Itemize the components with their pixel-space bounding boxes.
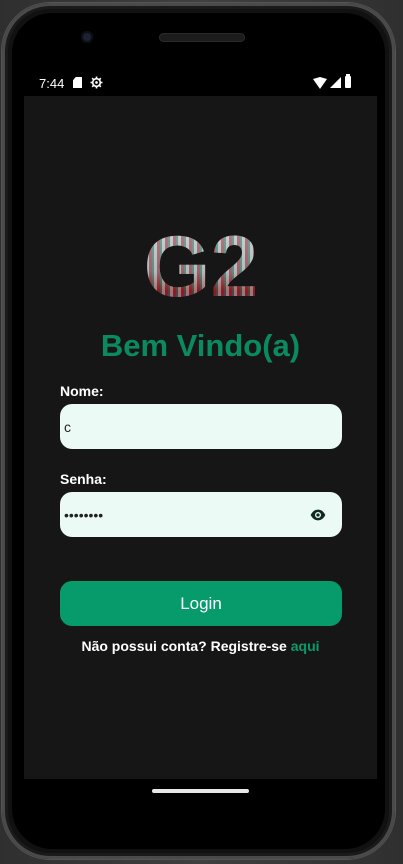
front-camera-icon xyxy=(81,31,93,43)
phone-frame: 7:44 G2 G2 Bem Vindo(a) Nome: c Senha: •… xyxy=(2,3,395,859)
app-screen: G2 G2 Bem Vindo(a) Nome: Senha: Login Nã… xyxy=(24,96,377,779)
welcome-title: Bem Vindo(a) xyxy=(100,328,301,363)
status-bar: 7:44 xyxy=(24,71,377,97)
password-field-container xyxy=(60,492,342,537)
register-prompt-line: Não possui conta? Registre-se aqui xyxy=(24,638,377,654)
name-field-container xyxy=(60,404,342,449)
g2-logo: G2 G2 xyxy=(144,224,259,304)
register-prompt-text: Não possui conta? Registre-se xyxy=(81,638,287,654)
register-link[interactable]: aqui xyxy=(291,638,320,654)
signal-icon xyxy=(330,77,341,88)
battery-icon xyxy=(345,74,351,88)
sd-card-icon xyxy=(73,77,82,88)
name-label: Nome: xyxy=(60,383,104,399)
svg-text:G2: G2 xyxy=(144,224,259,304)
login-button[interactable]: Login xyxy=(60,581,342,626)
gear-icon xyxy=(90,76,103,89)
name-input[interactable] xyxy=(64,404,294,449)
wifi-icon xyxy=(313,77,327,89)
home-gesture-bar[interactable] xyxy=(152,789,249,793)
eye-icon[interactable] xyxy=(310,507,326,523)
password-label: Senha: xyxy=(60,471,107,487)
status-time: 7:44 xyxy=(39,76,65,91)
earpiece-speaker xyxy=(159,33,245,42)
password-input[interactable] xyxy=(64,492,294,537)
